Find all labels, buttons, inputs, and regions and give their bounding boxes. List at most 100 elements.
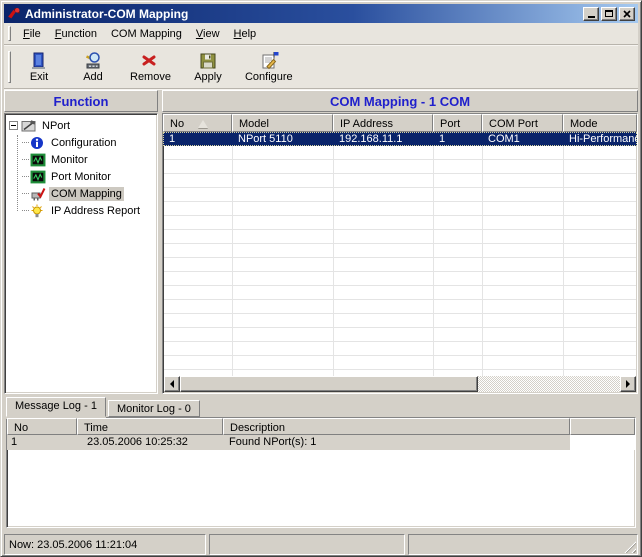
log-tabs: Message Log - 1 Monitor Log - 0 — [4, 396, 638, 417]
tree-connector-line — [17, 135, 18, 211]
column-header-model[interactable]: Model — [232, 114, 333, 132]
log-row[interactable]: 1 23.05.2006 10:25:32 Found NPort(s): 1 — [7, 435, 635, 450]
function-tree: NPort Configuration Monitor — [5, 114, 157, 219]
remove-icon — [140, 51, 160, 71]
apply-label: Apply — [194, 71, 222, 84]
add-icon — [83, 51, 103, 71]
column-header-no[interactable]: No — [163, 114, 232, 132]
tree-stub — [22, 159, 29, 160]
tree-item-ip-address-report[interactable]: IP Address Report — [9, 202, 157, 219]
scroll-right-icon — [626, 380, 630, 388]
log-panel: Message Log - 1 Monitor Log - 0 No Time … — [4, 396, 638, 530]
column-header-mode[interactable]: Mode — [563, 114, 637, 132]
log-column-header-description[interactable]: Description — [223, 418, 570, 435]
com-table-empty-grid — [164, 146, 636, 376]
tree-item-monitor[interactable]: Monitor — [9, 151, 157, 168]
tree-item-label: Port Monitor — [49, 170, 113, 184]
minimize-button[interactable] — [583, 7, 599, 21]
scroll-right-button[interactable] — [620, 376, 636, 392]
maximize-button[interactable] — [601, 7, 617, 21]
app-icon — [6, 6, 21, 21]
tab-monitor-log[interactable]: Monitor Log - 0 — [108, 400, 200, 417]
info-icon — [30, 136, 46, 150]
close-icon — [623, 10, 631, 18]
tree-root-nport[interactable]: NPort — [9, 117, 157, 134]
horizontal-scrollbar[interactable] — [164, 376, 636, 392]
menu-bar: File Function COM Mapping View Help — [4, 23, 638, 45]
log-column-header-no[interactable]: No — [7, 418, 77, 435]
column-header-com-port[interactable]: COM Port — [482, 114, 563, 132]
log-table-header: No Time Description — [7, 418, 635, 435]
com-mapping-panel-title: COM Mapping - 1 COM — [330, 94, 470, 109]
function-panel-title: Function — [54, 94, 109, 109]
cell-port: 1 — [433, 132, 482, 146]
configure-icon — [259, 51, 279, 71]
menu-help[interactable]: Help — [227, 26, 264, 42]
log-cell-time: 23.05.2006 10:25:32 — [77, 435, 223, 450]
cell-no: 1 — [163, 132, 232, 146]
status-bar: Now: 23.05.2006 11:21:04 — [4, 532, 638, 555]
monitor-icon — [30, 170, 46, 184]
add-button[interactable]: Add — [70, 48, 116, 86]
tree-item-label: COM Mapping — [49, 187, 124, 201]
com-mapping-table: No Model IP Address Port COM Port Mode 1… — [162, 113, 638, 394]
tree-item-label: Configuration — [49, 136, 118, 150]
function-tree-panel: NPort Configuration Monitor — [4, 113, 158, 394]
exit-icon — [29, 51, 49, 71]
remove-label: Remove — [130, 71, 171, 84]
menu-com-mapping[interactable]: COM Mapping — [104, 26, 189, 42]
cell-model: NPort 5110 — [232, 132, 333, 146]
minimize-icon — [588, 16, 595, 18]
cell-com-port: COM1 — [482, 132, 563, 146]
scroll-left-icon — [170, 380, 174, 388]
log-column-header-time[interactable]: Time — [77, 418, 223, 435]
lightbulb-icon — [30, 204, 46, 218]
tree-item-configuration[interactable]: Configuration — [9, 134, 157, 151]
status-panel-3 — [408, 534, 638, 555]
status-panel-2 — [209, 534, 405, 555]
window-title: Administrator-COM Mapping — [25, 7, 583, 21]
tree-item-label: IP Address Report — [49, 204, 142, 218]
table-row[interactable]: 1 NPort 5110 192.168.11.1 1 COM1 Hi-Perf… — [163, 132, 637, 146]
message-log-table: No Time Description 1 23.05.2006 10:25:3… — [6, 417, 636, 528]
nport-icon — [21, 119, 37, 133]
exit-label: Exit — [30, 71, 48, 84]
tree-item-com-mapping[interactable]: COM Mapping — [9, 185, 157, 202]
menu-gripper[interactable] — [8, 26, 11, 41]
log-column-header-filler — [570, 418, 635, 435]
status-now-text: Now: 23.05.2006 11:21:04 — [9, 539, 137, 551]
resize-grip[interactable] — [623, 540, 636, 553]
status-clock-panel: Now: 23.05.2006 11:21:04 — [4, 534, 206, 555]
tree-item-port-monitor[interactable]: Port Monitor — [9, 168, 157, 185]
apply-icon — [198, 51, 218, 71]
toolbar-gripper[interactable] — [8, 51, 11, 83]
collapse-icon[interactable] — [9, 121, 18, 130]
window-controls — [583, 7, 635, 21]
tree-stub — [22, 210, 29, 211]
title-bar[interactable]: Administrator-COM Mapping — [4, 4, 638, 23]
menu-view[interactable]: View — [189, 26, 227, 42]
menu-file[interactable]: File — [16, 26, 48, 42]
configure-label: Configure — [245, 71, 293, 84]
column-header-ip-address[interactable]: IP Address — [333, 114, 433, 132]
menu-function[interactable]: Function — [48, 26, 104, 42]
exit-button[interactable]: Exit — [16, 48, 62, 86]
configure-button[interactable]: Configure — [239, 48, 299, 86]
remove-button[interactable]: Remove — [124, 48, 177, 86]
scroll-left-button[interactable] — [164, 376, 180, 392]
scrollbar-thumb[interactable] — [180, 376, 478, 392]
tree-item-label: Monitor — [49, 153, 90, 167]
log-cell-no: 1 — [7, 435, 77, 450]
close-button[interactable] — [619, 7, 635, 21]
column-header-port[interactable]: Port — [433, 114, 482, 132]
tab-message-log[interactable]: Message Log - 1 — [6, 397, 106, 417]
tree-stub — [22, 176, 29, 177]
tree-stub — [22, 142, 29, 143]
com-mapping-panel-header: COM Mapping - 1 COM — [162, 90, 638, 112]
com-table-header: No Model IP Address Port COM Port Mode — [163, 114, 637, 132]
apply-button[interactable]: Apply — [185, 48, 231, 86]
toolbar: Exit Add Remove Apply Configure — [4, 46, 638, 89]
monitor-icon — [30, 153, 46, 167]
maximize-icon — [605, 10, 613, 17]
add-label: Add — [83, 71, 103, 84]
